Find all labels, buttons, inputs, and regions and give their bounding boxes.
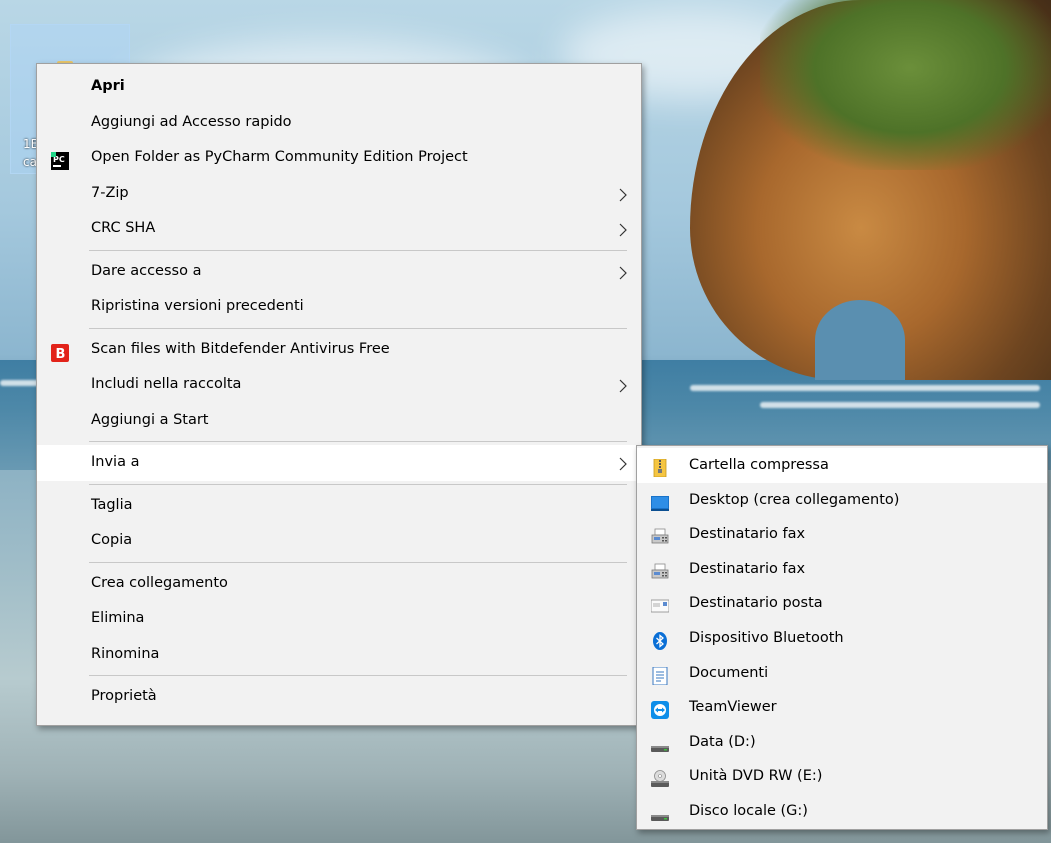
menu-item-ripristina-versioni[interactable]: Ripristina versioni precedenti bbox=[37, 289, 641, 325]
mail-icon bbox=[650, 594, 670, 613]
menu-separator bbox=[89, 483, 627, 485]
menu-item-crc-sha[interactable]: CRC SHA bbox=[37, 211, 641, 247]
menu-item-label: Elimina bbox=[91, 610, 145, 626]
drive-icon bbox=[651, 802, 669, 821]
send-to-drive-g[interactable]: Disco locale (G:) bbox=[637, 794, 1047, 829]
menu-item-aggiungi-start[interactable]: Aggiungi a Start bbox=[37, 403, 641, 439]
menu-item-rinomina[interactable]: Rinomina bbox=[37, 637, 641, 673]
send-to-bluetooth[interactable]: Dispositivo Bluetooth bbox=[637, 621, 1047, 656]
send-to-fax-1[interactable]: Destinatario fax bbox=[637, 517, 1047, 552]
menu-item-label: Destinatario posta bbox=[689, 595, 823, 612]
dvd-drive-icon bbox=[651, 767, 669, 788]
menu-item-label: 7-Zip bbox=[91, 184, 129, 201]
menu-item-label: Open Folder as PyCharm Community Edition… bbox=[91, 149, 468, 165]
teamviewer-icon bbox=[651, 698, 669, 720]
menu-item-label: Rinomina bbox=[91, 645, 160, 662]
fax-icon bbox=[651, 560, 669, 579]
menu-item-label: Copia bbox=[91, 532, 133, 548]
pycharm-icon: PC bbox=[51, 149, 69, 170]
menu-item-copia[interactable]: Copia bbox=[37, 523, 641, 559]
menu-item-label: Invia a bbox=[91, 454, 140, 470]
menu-item-label: Aggiungi ad Accesso rapido bbox=[91, 113, 292, 130]
send-to-mail[interactable]: Destinatario posta bbox=[637, 586, 1047, 621]
context-menu: Apri Aggiungi ad Accesso rapido PC Open … bbox=[36, 63, 642, 726]
bitdefender-icon: B bbox=[51, 341, 69, 362]
menu-item-label: Destinatario fax bbox=[689, 526, 806, 543]
send-to-teamviewer[interactable]: TeamViewer bbox=[637, 690, 1047, 725]
menu-item-crea-collegamento[interactable]: Crea collegamento bbox=[37, 566, 641, 602]
send-to-compressed-folder[interactable]: Cartella compressa bbox=[637, 448, 1047, 483]
menu-item-label: Apri bbox=[91, 78, 125, 94]
fax-icon bbox=[651, 525, 669, 544]
send-to-drive-d[interactable]: Data (D:) bbox=[637, 725, 1047, 760]
menu-item-label: Ripristina versioni precedenti bbox=[91, 298, 304, 314]
menu-item-label: Aggiungi a Start bbox=[91, 411, 209, 428]
menu-item-label: Disco locale (G:) bbox=[689, 802, 808, 819]
menu-item-label: Destinatario fax bbox=[689, 560, 806, 577]
menu-item-invia-a[interactable]: Invia a bbox=[37, 445, 641, 481]
send-to-dvd-e[interactable]: Unità DVD RW (E:) bbox=[637, 759, 1047, 794]
menu-separator bbox=[89, 249, 627, 251]
zip-folder-icon bbox=[651, 456, 669, 478]
send-to-fax-2[interactable]: Destinatario fax bbox=[637, 552, 1047, 587]
menu-item-7zip[interactable]: 7-Zip bbox=[37, 176, 641, 212]
menu-item-includi-raccolta[interactable]: Includi nella raccolta bbox=[37, 367, 641, 403]
menu-separator bbox=[89, 561, 627, 563]
drive-icon bbox=[651, 733, 669, 752]
menu-item-scan-bitdefender[interactable]: B Scan files with Bitdefender Antivirus … bbox=[37, 332, 641, 368]
menu-item-label: Data (D:) bbox=[689, 733, 756, 750]
send-to-submenu: Cartella compressa Desktop (crea collega… bbox=[636, 445, 1048, 830]
menu-item-label: Documenti bbox=[689, 664, 769, 681]
menu-separator bbox=[89, 327, 627, 329]
menu-item-label: Desktop (crea collegamento) bbox=[689, 491, 900, 508]
menu-item-label: Dispositivo Bluetooth bbox=[689, 629, 844, 646]
bluetooth-icon bbox=[651, 629, 669, 650]
send-to-documents[interactable]: Documenti bbox=[637, 656, 1047, 691]
svg-text:B: B bbox=[56, 347, 66, 362]
menu-item-label: Cartella compressa bbox=[689, 457, 829, 473]
menu-item-elimina[interactable]: Elimina bbox=[37, 601, 641, 637]
menu-item-label: CRC SHA bbox=[91, 220, 156, 236]
menu-item-label: Unità DVD RW (E:) bbox=[689, 768, 823, 785]
menu-item-dare-accesso[interactable]: Dare accesso a bbox=[37, 254, 641, 290]
menu-item-label: Crea collegamento bbox=[91, 574, 228, 591]
menu-item-label: Taglia bbox=[91, 496, 133, 513]
menu-item-proprieta[interactable]: Proprietà bbox=[37, 679, 641, 715]
menu-separator bbox=[89, 675, 627, 676]
menu-item-label: TeamViewer bbox=[689, 699, 777, 716]
menu-item-label: Proprietà bbox=[91, 688, 157, 704]
menu-item-taglia[interactable]: Taglia bbox=[37, 488, 641, 524]
menu-item-label: Dare accesso a bbox=[91, 262, 202, 279]
documents-icon bbox=[651, 664, 669, 686]
menu-item-label: Scan files with Bitdefender Antivirus Fr… bbox=[91, 340, 390, 357]
menu-separator bbox=[89, 441, 627, 442]
menu-item-aggiungi-accesso-rapido[interactable]: Aggiungi ad Accesso rapido bbox=[37, 105, 641, 141]
menu-item-open-pycharm[interactable]: PC Open Folder as PyCharm Community Edit… bbox=[37, 140, 641, 176]
menu-item-apri[interactable]: Apri bbox=[37, 69, 641, 105]
desktop-icon bbox=[651, 491, 669, 511]
send-to-desktop[interactable]: Desktop (crea collegamento) bbox=[637, 483, 1047, 518]
menu-item-label: Includi nella raccolta bbox=[91, 376, 242, 392]
